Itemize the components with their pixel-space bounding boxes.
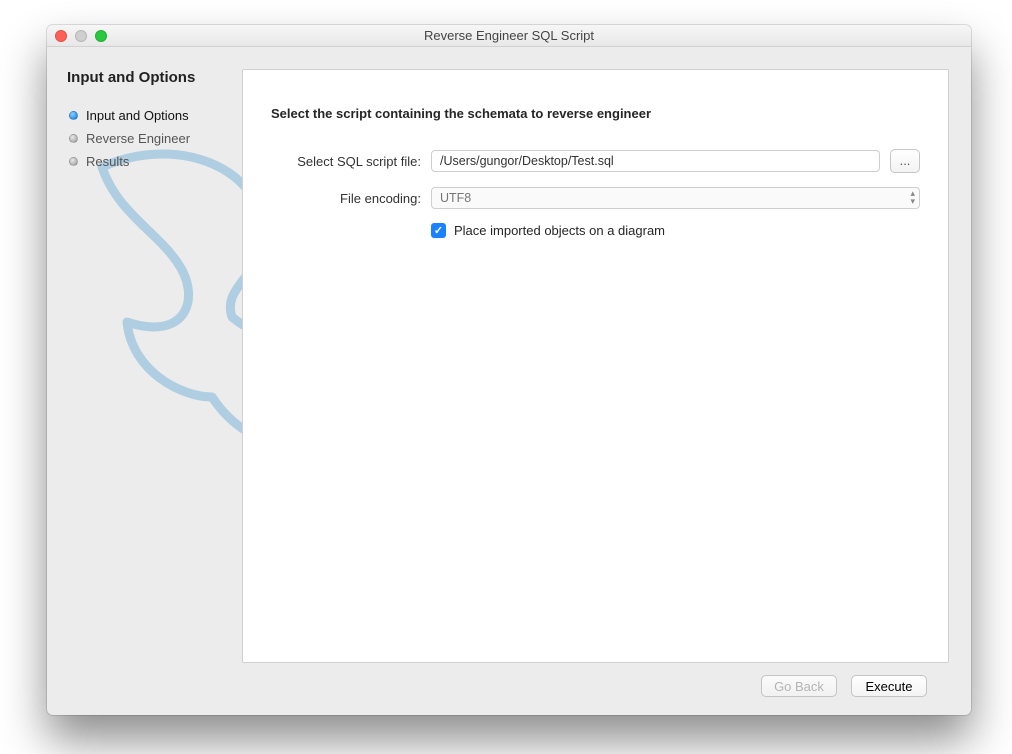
browse-button[interactable]: ...	[890, 149, 920, 173]
ellipsis-icon: ...	[900, 153, 911, 168]
window-controls	[55, 30, 107, 42]
footer: Go Back Execute	[242, 675, 949, 715]
encoding-row: File encoding: UTF8 ▴▾	[271, 187, 920, 209]
go-back-button: Go Back	[761, 675, 837, 697]
step-results[interactable]: Results	[47, 150, 242, 173]
check-icon: ✓	[434, 224, 443, 237]
script-file-label: Select SQL script file:	[271, 154, 421, 169]
step-dot-icon	[69, 111, 78, 120]
main-pane: Select the script containing the schemat…	[242, 47, 971, 715]
place-on-diagram-label: Place imported objects on a diagram	[454, 223, 665, 238]
place-on-diagram-row: ✓ Place imported objects on a diagram	[431, 223, 920, 238]
dialog-window: Reverse Engineer SQL Script Input and Op…	[47, 25, 971, 715]
step-label: Input and Options	[86, 108, 189, 123]
step-list: Input and Options Reverse Engineer Resul…	[47, 104, 242, 173]
window-title: Reverse Engineer SQL Script	[424, 28, 594, 43]
execute-button[interactable]: Execute	[851, 675, 927, 697]
sidebar-header: Input and Options	[47, 57, 242, 104]
step-dot-icon	[69, 157, 78, 166]
encoding-label: File encoding:	[271, 191, 421, 206]
place-on-diagram-checkbox[interactable]: ✓	[431, 223, 446, 238]
step-dot-icon	[69, 134, 78, 143]
options-panel: Select the script containing the schemat…	[242, 69, 949, 663]
step-label: Results	[86, 154, 129, 169]
minimize-icon	[75, 30, 87, 42]
script-file-input[interactable]	[431, 150, 880, 172]
step-label: Reverse Engineer	[86, 131, 190, 146]
encoding-select-wrap: UTF8 ▴▾	[431, 187, 920, 209]
step-reverse-engineer[interactable]: Reverse Engineer	[47, 127, 242, 150]
script-file-row: Select SQL script file: ...	[271, 149, 920, 173]
sidebar: Input and Options Input and Options Reve…	[47, 47, 242, 715]
step-input-options[interactable]: Input and Options	[47, 104, 242, 127]
zoom-icon[interactable]	[95, 30, 107, 42]
dialog-body: Input and Options Input and Options Reve…	[47, 47, 971, 715]
close-icon[interactable]	[55, 30, 67, 42]
encoding-select[interactable]: UTF8	[431, 187, 920, 209]
titlebar: Reverse Engineer SQL Script	[47, 25, 971, 47]
encoding-value: UTF8	[440, 191, 471, 205]
section-title: Select the script containing the schemat…	[271, 106, 920, 121]
